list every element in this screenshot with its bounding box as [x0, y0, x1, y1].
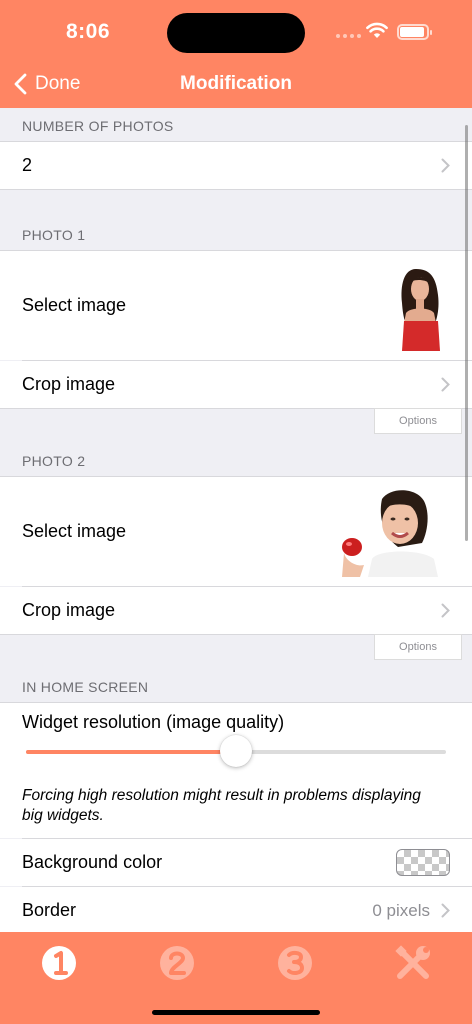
background-color-row[interactable]: Background color: [0, 839, 472, 886]
photo-1-options-button[interactable]: Options: [374, 408, 462, 434]
transparent-color-swatch[interactable]: [396, 849, 450, 876]
photo-2-thumbnail: [342, 490, 438, 577]
chevron-right-icon: [441, 603, 450, 618]
home-indicator[interactable]: [152, 1010, 320, 1015]
photo-2-crop-image-row[interactable]: Crop image: [0, 587, 472, 634]
scroll-indicator[interactable]: [465, 125, 468, 541]
photo-1-crop-image-row[interactable]: Crop image: [0, 361, 472, 408]
photo-1-select-image-row[interactable]: Select image: [0, 251, 472, 360]
navigation-bar: Done Modification: [0, 60, 472, 108]
chevron-right-icon: [441, 377, 450, 392]
number-of-photos-value: 2: [22, 155, 33, 175]
photo-2-options-button[interactable]: Options: [374, 634, 462, 660]
status-time: 8:06: [66, 20, 111, 43]
section-header-photo-1: PHOTO 1: [22, 227, 86, 243]
tab-3-icon[interactable]: [275, 943, 315, 983]
section-header-photo-2: PHOTO 2: [22, 453, 86, 469]
cellular-signal-icon: [336, 34, 361, 38]
widget-resolution-label: Widget resolution (image quality): [22, 712, 285, 732]
dynamic-island: [167, 13, 305, 53]
section-header-number-of-photos: NUMBER OF PHOTOS: [22, 118, 174, 134]
border-row[interactable]: Border 0 pixels: [0, 887, 472, 932]
chevron-right-icon: [441, 903, 450, 918]
page-title: Modification: [180, 73, 292, 94]
tab-2-icon[interactable]: [157, 943, 197, 983]
select-image-label: Select image: [22, 521, 127, 541]
chevron-right-icon: [441, 158, 450, 173]
number-of-photos-row[interactable]: 2: [0, 142, 472, 189]
crop-image-label: Crop image: [22, 600, 116, 620]
divider: [0, 189, 472, 190]
border-value: 0 pixels: [372, 900, 430, 920]
photo-2-select-image-row[interactable]: Select image: [0, 477, 472, 586]
crop-image-label: Crop image: [22, 374, 116, 394]
battery-icon: [397, 24, 432, 40]
photo-1-thumbnail: [401, 269, 440, 351]
wifi-icon: [366, 22, 388, 38]
slider-fill: [26, 750, 236, 754]
background-color-label: Background color: [22, 852, 163, 872]
border-label: Border: [22, 900, 77, 920]
status-bar: 8:06: [0, 0, 472, 60]
resolution-warning-note: Forcing high resolution might result in …: [22, 787, 421, 824]
section-header-in-home-screen: IN HOME SCREEN: [22, 679, 149, 695]
select-image-label: Select image: [22, 295, 127, 315]
tools-icon[interactable]: [393, 943, 433, 983]
slider-thumb[interactable]: [220, 735, 252, 767]
tab-1-icon[interactable]: [39, 943, 79, 983]
settings-list[interactable]: NUMBER OF PHOTOS 2 PHOTO 1 Select image …: [0, 108, 472, 932]
